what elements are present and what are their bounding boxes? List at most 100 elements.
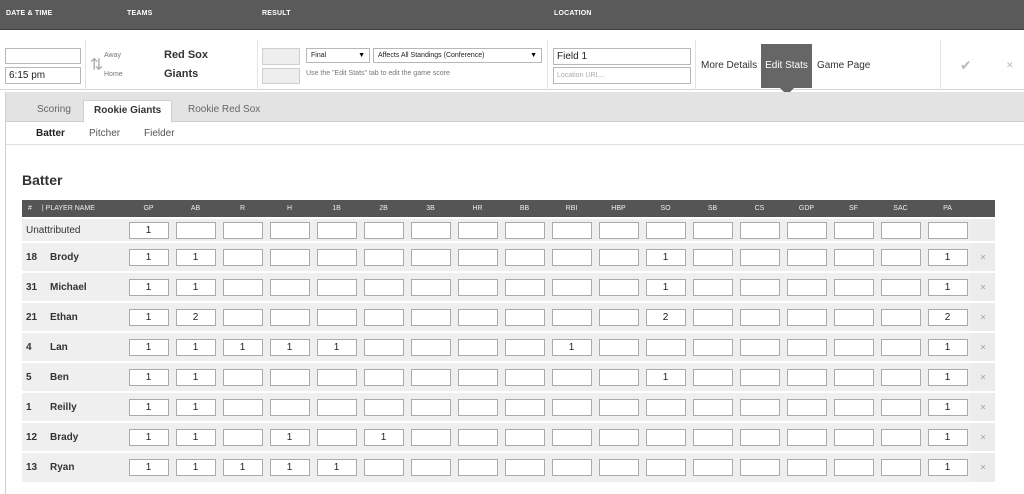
stat-input-rbi[interactable] (551, 248, 592, 266)
stat-input-hr[interactable] (457, 278, 498, 296)
stat-input-cs[interactable] (739, 308, 780, 326)
stat-input-pa[interactable]: 1 (927, 459, 968, 476)
stat-input-bb[interactable] (504, 428, 545, 446)
stat-input-1b[interactable] (316, 368, 357, 386)
stat-input-rbi[interactable] (551, 221, 592, 239)
stat-input-hbp[interactable] (598, 221, 639, 239)
stat-input-r[interactable] (222, 278, 263, 296)
stat-input-h[interactable] (269, 398, 310, 416)
stat-input-3b[interactable] (410, 338, 451, 356)
stat-input-rbi[interactable] (551, 308, 592, 326)
stat-input-1b[interactable] (316, 221, 357, 239)
stat-input-1b[interactable] (316, 428, 357, 446)
stat-input-2b[interactable] (363, 248, 404, 266)
stat-input-sac[interactable] (880, 428, 921, 446)
stat-input-gp[interactable]: 1 (128, 248, 169, 266)
stat-input-gp[interactable]: 1 (128, 459, 169, 476)
stat-input-2b[interactable] (363, 459, 404, 476)
stat-input-1b[interactable] (316, 308, 357, 326)
stat-input-hr[interactable] (457, 221, 498, 239)
stat-input-h[interactable] (269, 278, 310, 296)
tab-rookie-giants[interactable]: Rookie Giants (83, 100, 173, 123)
stat-input-bb[interactable] (504, 221, 545, 239)
stat-input-so[interactable]: 1 (645, 368, 686, 386)
close-icon[interactable]: ✕ (971, 391, 995, 422)
stat-input-2b[interactable] (363, 398, 404, 416)
stat-input-ab[interactable]: 1 (175, 368, 216, 386)
stat-input-sf[interactable] (833, 338, 874, 356)
stat-input-so[interactable]: 2 (645, 308, 686, 326)
stat-input-ab[interactable]: 2 (175, 308, 216, 326)
stat-input-bb[interactable] (504, 368, 545, 386)
stat-input-r[interactable] (222, 368, 263, 386)
tab-scoring[interactable]: Scoring (27, 100, 81, 122)
stat-input-h[interactable]: 1 (269, 459, 310, 476)
stat-input-3b[interactable] (410, 221, 451, 239)
stat-input-gp[interactable]: 1 (128, 428, 169, 446)
stat-input-sb[interactable] (692, 428, 733, 446)
stat-input-3b[interactable] (410, 278, 451, 296)
stat-input-gdp[interactable] (786, 368, 827, 386)
stat-input-sb[interactable] (692, 368, 733, 386)
away-score-input[interactable] (262, 48, 300, 65)
stat-input-pa[interactable]: 1 (927, 278, 968, 296)
stat-input-pa[interactable]: 1 (927, 338, 968, 356)
stat-input-sac[interactable] (880, 398, 921, 416)
stat-input-ab[interactable]: 1 (175, 248, 216, 266)
stat-input-r[interactable]: 1 (222, 338, 263, 356)
stat-input-sac[interactable] (880, 221, 921, 239)
stat-input-so[interactable] (645, 459, 686, 476)
stat-input-3b[interactable] (410, 308, 451, 326)
stat-input-sb[interactable] (692, 308, 733, 326)
stat-input-hbp[interactable] (598, 428, 639, 446)
subtab-pitcher[interactable]: Pitcher (89, 128, 120, 139)
stat-input-rbi[interactable] (551, 278, 592, 296)
standings-select[interactable]: Affects All Standings (Conference) ▼ (373, 48, 542, 63)
stat-input-2b[interactable] (363, 338, 404, 356)
stat-input-sac[interactable] (880, 308, 921, 326)
date-input[interactable] (5, 48, 81, 64)
stat-input-r[interactable] (222, 248, 263, 266)
stat-input-hr[interactable] (457, 398, 498, 416)
stat-input-so[interactable] (645, 398, 686, 416)
edit-stats-button[interactable]: Edit Stats (761, 44, 812, 95)
stat-input-bb[interactable] (504, 278, 545, 296)
stat-input-hr[interactable] (457, 459, 498, 476)
stat-input-sb[interactable] (692, 338, 733, 356)
stat-input-cs[interactable] (739, 338, 780, 356)
stat-input-pa[interactable]: 1 (927, 368, 968, 386)
stat-input-2b[interactable]: 1 (363, 428, 404, 446)
stat-input-h[interactable] (269, 308, 310, 326)
stat-input-rbi[interactable] (551, 368, 592, 386)
subtab-fielder[interactable]: Fielder (144, 128, 175, 139)
tab-rookie-red-sox[interactable]: Rookie Red Sox (178, 100, 270, 122)
stat-input-gp[interactable]: 1 (128, 308, 169, 326)
stat-input-hbp[interactable] (598, 308, 639, 326)
stat-input-sf[interactable] (833, 278, 874, 296)
stat-input-3b[interactable] (410, 248, 451, 266)
stat-input-ab[interactable]: 1 (175, 428, 216, 446)
stat-input-cs[interactable] (739, 368, 780, 386)
stat-input-cs[interactable] (739, 248, 780, 266)
stat-input-hr[interactable] (457, 428, 498, 446)
stat-input-gdp[interactable] (786, 221, 827, 239)
stat-input-bb[interactable] (504, 338, 545, 356)
stat-input-gp[interactable]: 1 (128, 278, 169, 296)
stat-input-gp[interactable]: 1 (128, 338, 169, 356)
stat-input-h[interactable] (269, 221, 310, 239)
stat-input-sac[interactable] (880, 338, 921, 356)
close-icon[interactable]: ✕ (971, 451, 995, 482)
stat-input-sac[interactable] (880, 368, 921, 386)
stat-input-gdp[interactable] (786, 398, 827, 416)
stat-input-3b[interactable] (410, 398, 451, 416)
stat-input-bb[interactable] (504, 459, 545, 476)
stat-input-so[interactable]: 1 (645, 278, 686, 296)
stat-input-rbi[interactable] (551, 459, 592, 476)
stat-input-hbp[interactable] (598, 248, 639, 266)
close-icon[interactable]: ✕ (971, 331, 995, 362)
stat-input-pa[interactable]: 2 (927, 308, 968, 326)
close-icon[interactable]: ✕ (971, 301, 995, 332)
stat-input-gdp[interactable] (786, 428, 827, 446)
stat-input-h[interactable] (269, 368, 310, 386)
stat-input-sac[interactable] (880, 459, 921, 476)
